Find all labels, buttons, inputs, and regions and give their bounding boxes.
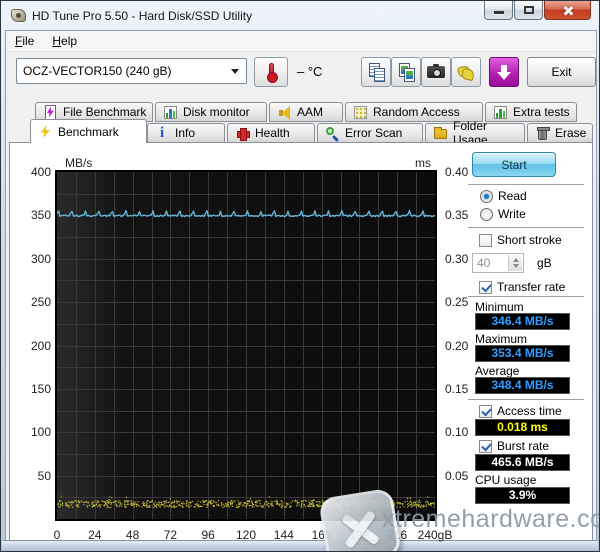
cpu-usage-label: CPU usage: [475, 473, 537, 487]
menu-bar: File Help: [6, 31, 596, 52]
hands-icon: [458, 65, 474, 79]
ms-axis-tick-label: 0.10: [445, 425, 469, 440]
ms-axis-tick-label: 0.35: [445, 208, 469, 223]
save-button[interactable]: [451, 57, 481, 87]
y-axis-tick-label: 250: [30, 295, 51, 310]
minimum-label: Minimum: [475, 300, 524, 314]
speaker-icon: [277, 105, 292, 120]
ms-axis-tick-label: 0.25: [445, 295, 469, 310]
y-axis-tick-label: 150: [30, 381, 51, 396]
minimize-icon: [494, 11, 504, 14]
exit-button[interactable]: Exit: [527, 57, 596, 87]
maximize-button[interactable]: [514, 1, 543, 20]
radio-icon: [480, 207, 493, 221]
tab-aam[interactable]: AAM: [269, 102, 343, 122]
left-axis-title: MB/s: [65, 156, 93, 170]
checkbox-checked-icon: [479, 280, 492, 294]
ms-axis-tick-label: 0.15: [445, 381, 469, 396]
short-stroke-checkbox[interactable]: Short stroke: [479, 233, 562, 247]
tab-health[interactable]: Health: [227, 123, 315, 143]
temperature-button[interactable]: [254, 57, 288, 87]
checkbox-icon: [479, 233, 492, 247]
close-button[interactable]: [544, 1, 591, 20]
upload-button[interactable]: [489, 57, 519, 87]
tab-info[interactable]: i Info: [147, 123, 225, 143]
health-cross-icon: [235, 126, 250, 141]
drive-selector-value: OCZ-VECTOR150 (240 gB): [23, 64, 172, 78]
disk-monitor-icon: [163, 105, 178, 120]
tab-benchmark[interactable]: Benchmark: [30, 119, 147, 143]
camera-icon: [427, 64, 445, 78]
y-axis-tick-label: 400: [30, 165, 51, 179]
thermometer-icon: [266, 62, 278, 83]
burst-rate-value: 465.6 MB/s: [475, 454, 570, 471]
copy-text-button[interactable]: [361, 57, 391, 87]
y-axis-tick-label: 50: [37, 468, 51, 483]
menu-file[interactable]: File: [6, 32, 43, 50]
down-arrow-icon: [497, 64, 511, 80]
window-title: HD Tune Pro 5.50 - Hard Disk/SSD Utility: [32, 8, 253, 23]
copy-image-icon: [395, 59, 417, 85]
benchmark-chart: [56, 172, 437, 519]
y-axis-tick-label: 200: [30, 338, 51, 353]
write-radio[interactable]: Write: [480, 207, 526, 221]
average-label: Average: [475, 364, 520, 378]
cpu-usage-value: 3.9%: [475, 487, 570, 504]
transfer-rate-checkbox[interactable]: Transfer rate: [479, 280, 565, 294]
read-radio[interactable]: Read: [480, 189, 527, 203]
checkbox-checked-icon: [479, 404, 492, 418]
stepper-arrows-icon[interactable]: [508, 255, 522, 271]
maximize-icon: [524, 6, 534, 14]
tab-folder-usage[interactable]: Folder Usage: [425, 119, 525, 147]
radio-icon: [480, 189, 493, 203]
maximum-label: Maximum: [475, 332, 528, 346]
right-axis-title: ms: [415, 156, 431, 170]
folder-icon: [433, 126, 448, 141]
divider: [468, 184, 584, 186]
start-button[interactable]: Start: [472, 152, 556, 177]
y-axis-tick-label: 100: [30, 425, 51, 440]
benchmark-plot: [55, 170, 437, 521]
ms-axis-tick-label: 0.05: [445, 468, 469, 483]
magnifier-icon: [325, 126, 340, 142]
trash-icon: [535, 126, 550, 141]
y-axis-tick-label: 300: [30, 251, 51, 266]
divider: [468, 227, 584, 229]
y-axis-tick-label: 350: [30, 208, 51, 223]
temperature-label: – °C: [297, 64, 323, 79]
access-time-value: 0.018 ms: [475, 419, 570, 436]
copy-image-button[interactable]: [391, 57, 421, 87]
capacity-unit: gB: [537, 256, 552, 270]
benchmark-panel: Start Read Write Short stroke gB Transfe…: [9, 142, 593, 542]
access-time-checkbox[interactable]: Access time: [479, 404, 562, 418]
burst-rate-checkbox[interactable]: Burst rate: [479, 439, 549, 453]
tab-error-scan[interactable]: Error Scan: [317, 123, 423, 143]
maximum-value: 353.4 MB/s: [475, 345, 570, 362]
info-icon: i: [160, 124, 165, 141]
drive-selector[interactable]: OCZ-VECTOR150 (240 gB): [16, 58, 247, 84]
watermark-text: xtremehardware.com: [382, 505, 599, 533]
client-area: File Help OCZ-VECTOR150 (240 gB) – °C Ex…: [5, 30, 597, 542]
extra-tests-icon: [493, 105, 508, 120]
ms-axis-tick-label: 0.30: [445, 251, 469, 266]
menu-help[interactable]: Help: [43, 32, 86, 50]
divider: [468, 296, 584, 298]
divider: [468, 399, 584, 401]
ms-axis-tick-label: 0.20: [445, 338, 469, 353]
average-value: 348.4 MB/s: [475, 377, 570, 394]
minimize-button[interactable]: [484, 1, 513, 20]
tab-disk-monitor[interactable]: Disk monitor: [155, 102, 267, 122]
tab-erase[interactable]: Erase: [527, 123, 593, 143]
random-access-icon: [353, 105, 368, 120]
ms-axis-tick-label: 0.40: [445, 165, 469, 179]
copy-text-icon: [365, 59, 387, 85]
checkbox-checked-icon: [479, 439, 492, 453]
chevron-down-icon: [231, 69, 239, 74]
screenshot-button[interactable]: [421, 57, 451, 87]
minimum-value: 346.4 MB/s: [475, 313, 570, 330]
file-benchmark-icon: [43, 104, 58, 120]
app-window: HD Tune Pro 5.50 - Hard Disk/SSD Utility…: [0, 0, 600, 552]
lightning-icon: [38, 124, 53, 139]
app-icon: [11, 9, 26, 22]
